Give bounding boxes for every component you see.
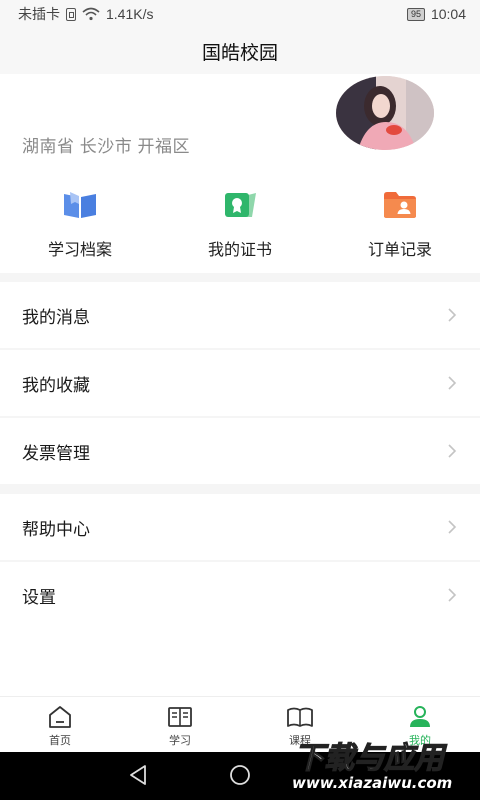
page-title: 国皓校园	[201, 42, 278, 64]
menu-label-messages: 我的消息	[22, 307, 90, 327]
menu-item-help[interactable]: 帮助中心	[0, 494, 480, 560]
my-certificates-label: 我的证书	[207, 242, 272, 259]
profile-section: 湖南省 长沙市 开福区	[0, 74, 480, 170]
tab-study[interactable]: 学习	[120, 697, 240, 752]
menu-label-settings: 设置	[22, 587, 56, 607]
study-records-label: 学习档案	[47, 242, 112, 259]
home-circle-icon[interactable]	[229, 764, 251, 786]
avatar[interactable]	[336, 76, 434, 150]
chevron-right-icon	[448, 520, 457, 534]
menu-filler	[0, 628, 480, 696]
menu-item-favorites[interactable]: 我的收藏	[0, 350, 480, 416]
location-text: 湖南省 长沙市 开福区	[22, 137, 190, 156]
order-records-label: 订单记录	[367, 242, 432, 259]
watermark: 下载与应用 www.xiazaiwu.com	[284, 736, 480, 794]
folder-user-icon	[384, 192, 416, 218]
carrier-label: 未插卡	[18, 6, 60, 22]
book-icon	[64, 192, 96, 218]
menu-label-invoices: 发票管理	[22, 443, 90, 463]
status-bar: 未插卡 1.41K/s 95 10:04	[0, 0, 480, 28]
tab-home-label: 首页	[49, 735, 71, 747]
tab-study-label: 学习	[169, 735, 191, 747]
menu-item-settings[interactable]: 设置	[0, 562, 480, 628]
chevron-right-icon	[448, 376, 457, 390]
chevron-right-icon	[448, 444, 457, 458]
back-icon[interactable]	[128, 764, 148, 786]
wifi-icon	[82, 7, 100, 21]
sim-icon	[66, 7, 76, 21]
course-icon	[287, 707, 313, 727]
chevron-right-icon	[448, 308, 457, 322]
chevron-right-icon	[448, 588, 457, 602]
study-icon	[168, 707, 192, 727]
home-icon	[49, 706, 71, 728]
menu-item-messages[interactable]: 我的消息	[0, 282, 480, 348]
svg-text:下载与应用: 下载与应用	[294, 741, 448, 776]
quick-actions: 学习档案 我的证书 订单记录	[0, 170, 480, 273]
study-records-button[interactable]: 学习档案	[0, 170, 160, 273]
menu-label-help: 帮助中心	[22, 519, 90, 539]
svg-text:www.xiazaiwu.com: www.xiazaiwu.com	[292, 774, 452, 792]
order-records-button[interactable]: 订单记录	[320, 170, 480, 273]
battery-icon: 95	[406, 7, 425, 21]
certificate-icon	[225, 193, 256, 217]
app-header: 国皓校园	[0, 28, 480, 74]
my-certificates-button[interactable]: 我的证书	[160, 170, 320, 273]
tab-home[interactable]: 首页	[0, 697, 120, 752]
menu-item-invoices[interactable]: 发票管理	[0, 418, 480, 484]
avatar-photo	[336, 76, 434, 150]
clock: 10:04	[430, 6, 466, 22]
menu-label-favorites: 我的收藏	[22, 375, 90, 395]
watermark-logo: 下载与应用 www.xiazaiwu.com	[292, 740, 452, 792]
network-speed: 1.41K/s	[106, 6, 154, 22]
profile-icon	[410, 706, 430, 727]
